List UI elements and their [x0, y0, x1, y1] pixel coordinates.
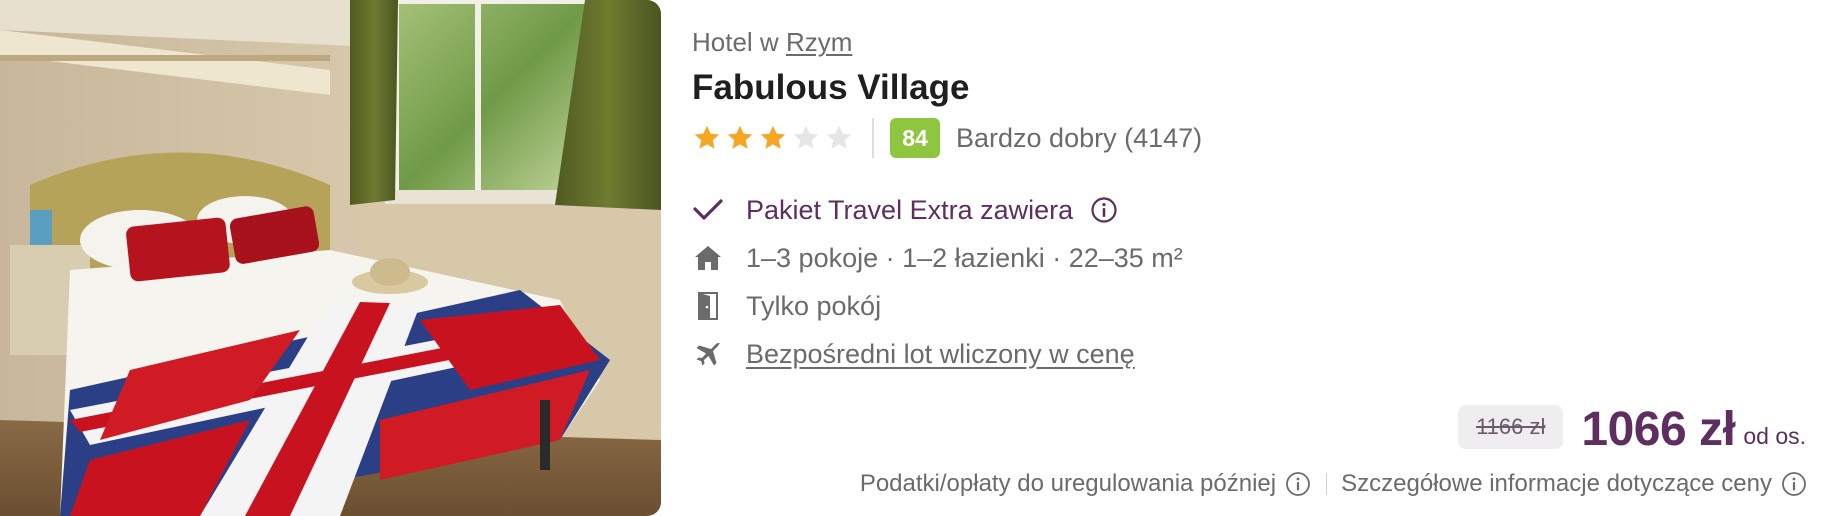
- review-score-badge: 84: [890, 118, 940, 158]
- rooms-info: 1–3 pokoje · 1–2 łazienki · 22–35 m²: [746, 242, 1183, 273]
- hotel-offer-card[interactable]: Hotel w Rzym Fabulous Village 84 Bardzo …: [0, 0, 1824, 516]
- star-empty-icon: [826, 125, 852, 149]
- taxes-info-icon[interactable]: [1284, 470, 1312, 498]
- review-score-label[interactable]: Bardzo dobry (4147): [956, 123, 1202, 154]
- star-filled-icon: [727, 125, 753, 149]
- price-details-label[interactable]: Szczegółowe informacje dotyczące ceny: [1341, 470, 1772, 498]
- flight-included-link[interactable]: Bezpośredni lot wliczony w cenę: [746, 339, 1135, 370]
- package-label: Pakiet Travel Extra zawiera: [746, 194, 1074, 225]
- star-empty-icon: [793, 125, 819, 149]
- checkmark-icon: [692, 194, 724, 226]
- plane-icon: [692, 338, 724, 370]
- location-line: Hotel w Rzym: [692, 27, 852, 58]
- per-person-label: od os.: [1743, 423, 1806, 449]
- package-info-icon[interactable]: [1089, 195, 1119, 225]
- rating-row: 84 Bardzo dobry (4147): [692, 118, 1202, 158]
- star-filled-icon: [760, 125, 786, 149]
- house-icon: [692, 242, 724, 274]
- old-price-badge: 1166 zł: [1458, 405, 1564, 449]
- feature-flight: Bezpośredni lot wliczony w cenę: [692, 330, 1183, 378]
- board-type: Tylko pokój: [746, 290, 882, 321]
- offer-details: Hotel w Rzym Fabulous Village 84 Bardzo …: [692, 0, 1824, 516]
- current-price[interactable]: 1066 zł: [1581, 406, 1735, 454]
- feature-package: Pakiet Travel Extra zawiera: [692, 186, 1183, 234]
- location-prefix: Hotel w: [692, 27, 779, 57]
- price-details-info-icon[interactable]: [1780, 470, 1808, 498]
- footer-separator: [1326, 473, 1328, 495]
- taxes-note: Podatki/opłaty do uregulowania później: [859, 470, 1277, 497]
- star-filled-icon: [694, 125, 720, 149]
- hotel-photo[interactable]: [0, 0, 661, 516]
- price-footer: Podatki/opłaty do uregulowania później S…: [860, 470, 1808, 498]
- rating-divider: [872, 118, 874, 158]
- door-icon: [692, 290, 724, 322]
- star-rating: [692, 123, 854, 153]
- price-row: 1166 zł 1066 zł od os.: [1458, 405, 1806, 454]
- hotel-name[interactable]: Fabulous Village: [692, 68, 969, 108]
- feature-rooms: 1–3 pokoje · 1–2 łazienki · 22–35 m²: [692, 234, 1183, 282]
- city-link[interactable]: Rzym: [786, 27, 852, 57]
- feature-list: Pakiet Travel Extra zawiera 1–3 pokoje ·…: [692, 186, 1183, 378]
- feature-board: Tylko pokój: [692, 282, 1183, 330]
- room-image: [0, 0, 661, 516]
